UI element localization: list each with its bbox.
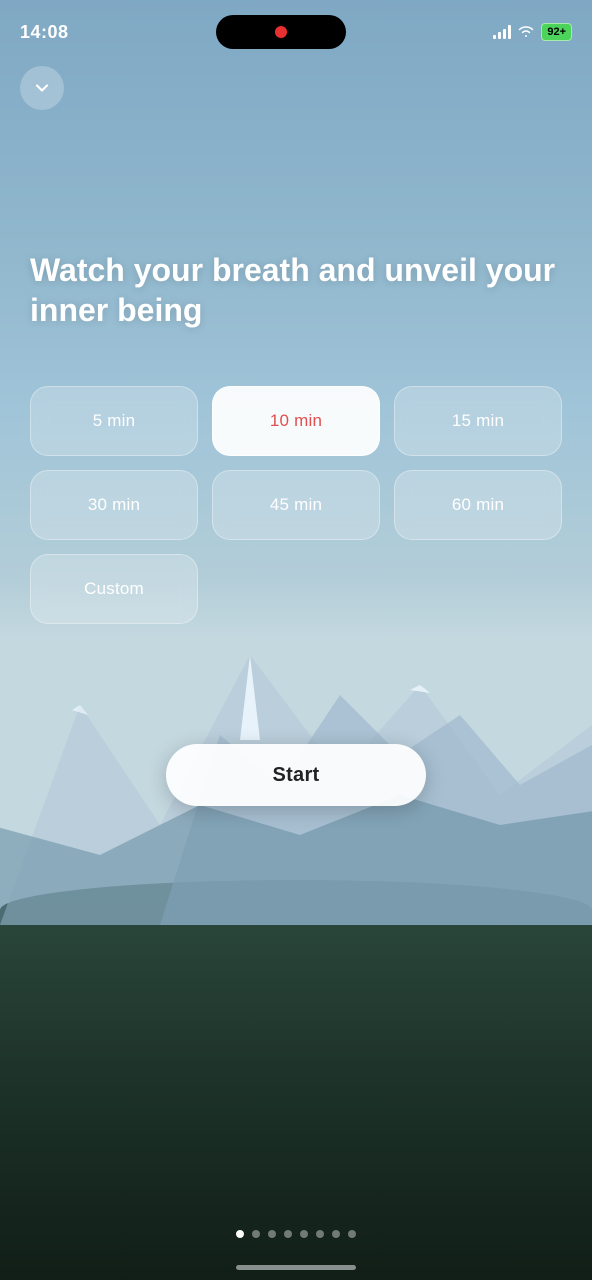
duration-10min[interactable]: 10 min [212, 386, 380, 456]
status-bar: 14:08 92+ [0, 0, 592, 52]
hills [0, 880, 592, 1280]
chevron-down-icon [32, 78, 52, 98]
back-button[interactable] [20, 66, 64, 110]
dot-5 [300, 1230, 308, 1238]
dot-2 [252, 1230, 260, 1238]
dynamic-island [216, 15, 346, 49]
battery-indicator: 92+ [541, 23, 572, 41]
status-time: 14:08 [20, 22, 69, 43]
page-dots [0, 1230, 592, 1238]
status-right: 92+ [493, 23, 572, 41]
dot-4 [284, 1230, 292, 1238]
dot-8 [348, 1230, 356, 1238]
wifi-icon [517, 24, 535, 41]
duration-custom[interactable]: Custom [30, 554, 198, 624]
duration-grid: 5 min 10 min 15 min 30 min 45 min 60 min… [30, 386, 562, 624]
duration-30min[interactable]: 30 min [30, 470, 198, 540]
home-indicator [236, 1265, 356, 1270]
dot-7 [332, 1230, 340, 1238]
start-button[interactable]: Start [166, 744, 426, 806]
dot-1 [236, 1230, 244, 1238]
dot-3 [268, 1230, 276, 1238]
background [0, 0, 592, 1280]
duration-5min[interactable]: 5 min [30, 386, 198, 456]
duration-15min[interactable]: 15 min [394, 386, 562, 456]
duration-60min[interactable]: 60 min [394, 470, 562, 540]
signal-icon [493, 25, 511, 39]
dot-6 [316, 1230, 324, 1238]
recording-dot [275, 26, 287, 38]
duration-45min[interactable]: 45 min [212, 470, 380, 540]
page-heading: Watch your breath and unveil your inner … [30, 250, 562, 330]
